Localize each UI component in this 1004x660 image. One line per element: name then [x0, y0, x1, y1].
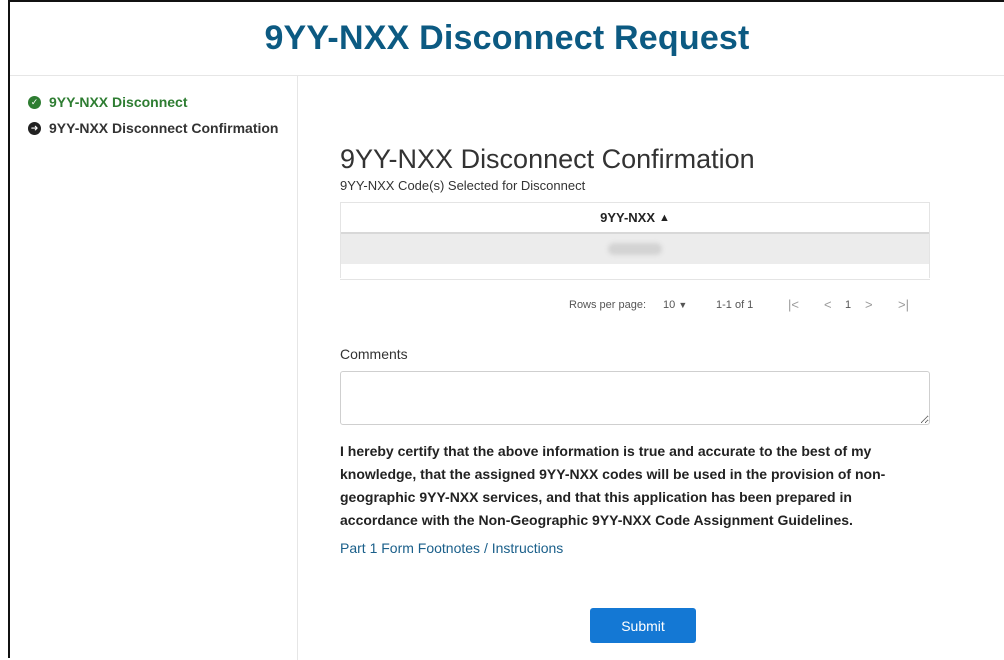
comments-label: Comments: [340, 346, 408, 362]
title-bar: 9YY-NXX Disconnect Request: [10, 2, 1004, 76]
sidebar-step-disconnect[interactable]: ✓ 9YY-NXX Disconnect: [28, 94, 188, 110]
comments-input[interactable]: [340, 371, 930, 425]
grid-spacer: [341, 264, 929, 278]
grid-label: 9YY-NXX Code(s) Selected for Disconnect: [340, 178, 586, 193]
sidebar-step-label: 9YY-NXX Disconnect Confirmation: [49, 120, 279, 136]
sort-ascending-icon[interactable]: ▲: [659, 212, 670, 224]
current-page: 1: [845, 299, 852, 311]
rows-per-page-label: Rows per page:: [569, 299, 647, 311]
prev-page-icon[interactable]: <: [824, 297, 832, 312]
redacted-code-cell: [608, 243, 662, 255]
submit-button[interactable]: Submit: [590, 608, 696, 643]
page-title: 9YY-NXX Disconnect Request: [264, 19, 750, 57]
section-heading: 9YY-NXX Disconnect Confirmation: [340, 144, 755, 175]
column-header-label: 9YY-NXX: [600, 210, 656, 225]
arrow-circle-right-icon: ➜: [28, 121, 41, 135]
next-page-icon[interactable]: >: [865, 297, 873, 312]
code-grid: 9YY-NXX ▲: [340, 202, 930, 278]
certification-text: I hereby certify that the above informat…: [340, 443, 886, 528]
grid-divider: [340, 279, 930, 280]
chevron-down-icon: ▼: [678, 300, 688, 310]
column-header-9yy-nxx[interactable]: 9YY-NXX ▲: [341, 203, 929, 234]
pagination: Rows per page: 10 ▼ 1-1 of 1 |< < 1 > >|: [340, 296, 930, 316]
first-page-icon[interactable]: |<: [788, 297, 799, 312]
sidebar-step-label: 9YY-NXX Disconnect: [49, 94, 188, 110]
last-page-icon[interactable]: >|: [898, 297, 909, 312]
page-range: 1-1 of 1: [716, 299, 754, 311]
check-circle-icon: ✓: [28, 95, 41, 109]
rows-per-page-value: 10: [663, 299, 676, 311]
step-sidebar: ✓ 9YY-NXX Disconnect ➜ 9YY-NXX Disconnec…: [10, 76, 298, 660]
app-frame: 9YY-NXX Disconnect Request ✓ 9YY-NXX Dis…: [8, 0, 1004, 660]
sidebar-step-confirmation[interactable]: ➜ 9YY-NXX Disconnect Confirmation: [28, 120, 278, 136]
footnotes-link[interactable]: Part 1 Form Footnotes / Instructions: [340, 540, 563, 556]
table-row[interactable]: [341, 234, 929, 264]
rows-per-page-select[interactable]: 10 ▼: [663, 299, 687, 311]
